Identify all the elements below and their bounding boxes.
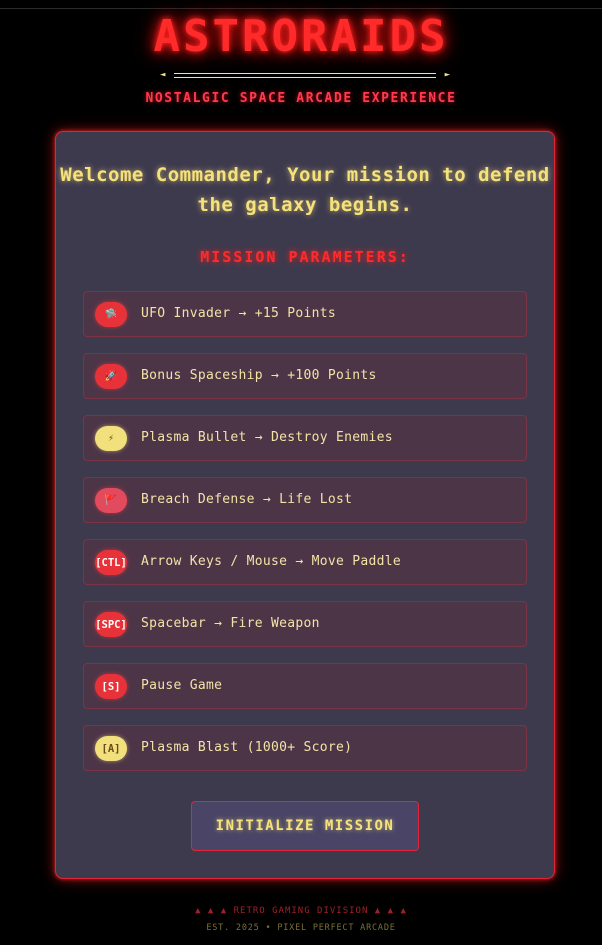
parameter-label: Plasma Bullet → Destroy Enemies (141, 430, 393, 445)
ctl-key-icon: [CTL] (95, 550, 127, 575)
parameter-label: Spacebar → Fire Weapon (141, 616, 320, 631)
mission-panel: Welcome Commander, Your mission to defen… (55, 131, 555, 879)
parameter-label: Breach Defense → Life Lost (141, 492, 353, 507)
top-rule (0, 8, 602, 9)
arrow-right-icon: ► (444, 70, 450, 80)
parameter-row-ufo: 🛸 UFO Invader → +15 Points (83, 291, 527, 337)
parameter-label: Bonus Spaceship → +100 Points (141, 368, 377, 383)
parameter-row-spaceship: 🚀 Bonus Spaceship → +100 Points (83, 353, 527, 399)
footer-established: EST. 2025 • PIXEL PERFECT ARCADE (206, 923, 396, 933)
flag-icon: 🚩 (95, 488, 127, 513)
game-title: ASTRORAIDS (153, 11, 449, 62)
parameter-row-breach: 🚩 Breach Defense → Life Lost (83, 477, 527, 523)
s-key-icon: [S] (95, 674, 127, 699)
mission-parameters-list: 🛸 UFO Invader → +15 Points 🚀 Bonus Space… (83, 291, 527, 787)
lightning-icon: ⚡ (95, 426, 127, 451)
footer-division: ▲ ▲ ▲ RETRO GAMING DIVISION ▲ ▲ ▲ (195, 906, 407, 916)
ufo-icon: 🛸 (95, 302, 127, 327)
parameter-label: UFO Invader → +15 Points (141, 306, 337, 321)
game-subtitle: NOSTALGIC SPACE ARCADE EXPERIENCE (145, 91, 457, 106)
parameter-row-pause: [S] Pause Game (83, 663, 527, 709)
title-divider: ◄ ► (160, 70, 450, 82)
divider-line (174, 73, 436, 78)
parameter-label: Plasma Blast (1000+ Score) (141, 740, 353, 755)
parameter-label: Pause Game (141, 678, 223, 693)
parameter-label: Arrow Keys / Mouse → Move Paddle (141, 554, 402, 569)
parameter-row-blast: [A] Plasma Blast (1000+ Score) (83, 725, 527, 771)
initialize-mission-button[interactable]: INITIALIZE MISSION (191, 801, 419, 851)
rocket-icon: 🚀 (95, 364, 127, 389)
arrow-left-icon: ◄ (160, 70, 166, 80)
a-key-icon: [A] (95, 736, 127, 761)
welcome-message: Welcome Commander, Your mission to defen… (60, 164, 550, 216)
spc-key-icon: [SPC] (95, 612, 127, 637)
parameter-row-bullet: ⚡ Plasma Bullet → Destroy Enemies (83, 415, 527, 461)
mission-parameters-heading: MISSION PARAMETERS: (200, 248, 410, 266)
parameter-row-fire: [SPC] Spacebar → Fire Weapon (83, 601, 527, 647)
parameter-row-move: [CTL] Arrow Keys / Mouse → Move Paddle (83, 539, 527, 585)
